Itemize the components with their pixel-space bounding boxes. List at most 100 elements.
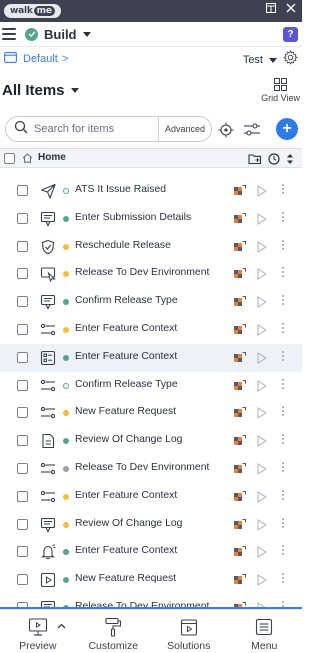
more-options-icon[interactable]	[282, 378, 284, 389]
more-options-icon[interactable]	[282, 406, 284, 417]
chevron-down-icon[interactable]	[269, 57, 277, 63]
window-layout-icon[interactable]	[266, 3, 276, 13]
play-icon[interactable]	[257, 435, 267, 448]
play-icon[interactable]	[257, 240, 267, 253]
hamburger-menu-icon[interactable]	[2, 28, 16, 40]
item-name: Enter Feature Context	[75, 545, 178, 557]
smart-tip-icon	[40, 211, 56, 227]
item-name: Review Of Change Log	[75, 517, 183, 529]
chevron-down-icon[interactable]	[82, 31, 91, 37]
sequence-icon	[40, 490, 56, 502]
play-icon[interactable]	[257, 212, 267, 225]
item-checkbox[interactable]	[17, 240, 28, 252]
list-item[interactable]: Release To Dev Environment	[0, 260, 302, 288]
close-icon[interactable]	[286, 3, 296, 13]
select-all-checkbox[interactable]	[4, 153, 15, 164]
play-icon[interactable]	[257, 407, 267, 420]
more-options-icon[interactable]	[282, 211, 284, 222]
list-item[interactable]: New Feature Request	[0, 399, 302, 427]
tab-preview[interactable]: Preview	[0, 610, 76, 653]
item-checkbox[interactable]	[17, 296, 28, 308]
sequence-icon	[40, 379, 56, 391]
help-button[interactable]: ?	[283, 27, 298, 42]
bottom-toolbar: Preview Customize Solutions Menu	[0, 609, 302, 653]
more-options-icon[interactable]	[282, 295, 284, 306]
item-checkbox[interactable]	[17, 351, 28, 363]
item-checkbox[interactable]	[17, 212, 28, 224]
item-name: Enter Feature Context	[75, 350, 178, 362]
environment-selector[interactable]: Build	[44, 27, 77, 42]
list-item[interactable]: Release To Dev Environment	[0, 455, 302, 483]
item-checkbox[interactable]	[17, 268, 28, 280]
play-icon[interactable]	[257, 546, 267, 559]
list-item[interactable]: Review Of Change Log	[0, 511, 302, 539]
list-item[interactable]: Enter Submission Details	[0, 205, 302, 233]
play-icon[interactable]	[257, 574, 267, 587]
more-options-icon[interactable]	[282, 239, 284, 250]
list-item[interactable]: Enter Feature Context	[0, 343, 302, 372]
more-options-icon[interactable]	[282, 322, 284, 333]
test-environment-selector[interactable]: Test	[243, 54, 263, 66]
play-icon[interactable]	[257, 268, 267, 281]
play-icon[interactable]	[257, 185, 267, 197]
more-options-icon[interactable]	[282, 517, 284, 528]
add-item-button[interactable]: +	[276, 118, 298, 140]
more-options-icon[interactable]	[282, 573, 284, 584]
clock-icon[interactable]	[268, 152, 280, 170]
search-input[interactable]: Search for items Advanced	[5, 116, 212, 142]
filter-sliders-icon[interactable]	[243, 122, 261, 143]
item-checkbox[interactable]	[17, 379, 28, 391]
item-checkbox[interactable]	[17, 185, 28, 196]
segment-flag-icon	[234, 407, 246, 418]
chevron-up-icon[interactable]	[57, 623, 66, 629]
folder-icon	[4, 50, 17, 68]
more-options-icon[interactable]	[282, 434, 284, 445]
breadcrumb-home[interactable]: Home	[22, 152, 66, 163]
play-icon[interactable]	[257, 518, 267, 531]
settings-gear-icon[interactable]	[283, 50, 298, 70]
tab-customize[interactable]: Customize	[76, 610, 152, 653]
breadcrumb-default[interactable]: Default	[23, 53, 58, 65]
list-item[interactable]: ATS It Issue Raised	[0, 177, 302, 205]
play-icon[interactable]	[257, 379, 267, 392]
chevron-down-icon[interactable]	[70, 88, 79, 93]
list-item[interactable]: Confirm Release Type	[0, 372, 302, 400]
advanced-search-button[interactable]: Advanced	[157, 117, 211, 141]
more-options-icon[interactable]	[282, 489, 284, 500]
list-item[interactable]: Confirm Release Type	[0, 288, 302, 316]
segment-flag-icon	[234, 185, 246, 195]
more-options-icon[interactable]	[282, 267, 284, 278]
list-item[interactable]: Enter Feature Context	[0, 483, 302, 511]
item-checkbox[interactable]	[17, 435, 28, 447]
item-checkbox[interactable]	[17, 323, 28, 335]
item-checkbox[interactable]	[17, 518, 28, 530]
target-icon[interactable]	[218, 122, 234, 143]
item-checkbox[interactable]	[17, 407, 28, 419]
play-icon[interactable]	[257, 296, 267, 309]
play-icon[interactable]	[257, 462, 267, 475]
list-item[interactable]: Enter Feature Context	[0, 316, 302, 344]
item-checkbox[interactable]	[17, 546, 28, 558]
more-options-icon[interactable]	[282, 350, 284, 361]
grid-view-button[interactable]: Grid View	[261, 78, 300, 103]
more-options-icon[interactable]	[282, 545, 284, 556]
play-icon[interactable]	[257, 490, 267, 503]
item-name: Reschedule Release	[75, 239, 171, 251]
item-checkbox[interactable]	[17, 490, 28, 502]
more-options-icon[interactable]	[282, 184, 284, 194]
list-item[interactable]: Enter Feature Context	[0, 538, 302, 566]
list-item[interactable]: Review Of Change Log	[0, 427, 302, 455]
sort-icon[interactable]	[286, 152, 294, 170]
item-checkbox[interactable]	[17, 462, 28, 474]
new-folder-icon[interactable]	[248, 152, 262, 170]
play-icon[interactable]	[257, 351, 267, 364]
smart-tip-icon	[40, 295, 56, 310]
item-checkbox[interactable]	[17, 574, 28, 586]
tab-menu[interactable]: Menu	[227, 610, 303, 653]
play-icon[interactable]	[257, 323, 267, 336]
list-item[interactable]: Reschedule Release	[0, 233, 302, 261]
list-item[interactable]: New Feature Request	[0, 566, 302, 594]
more-options-icon[interactable]	[282, 461, 284, 472]
all-items-dropdown[interactable]: All Items	[2, 82, 79, 99]
tab-solutions[interactable]: Solutions	[151, 610, 227, 653]
